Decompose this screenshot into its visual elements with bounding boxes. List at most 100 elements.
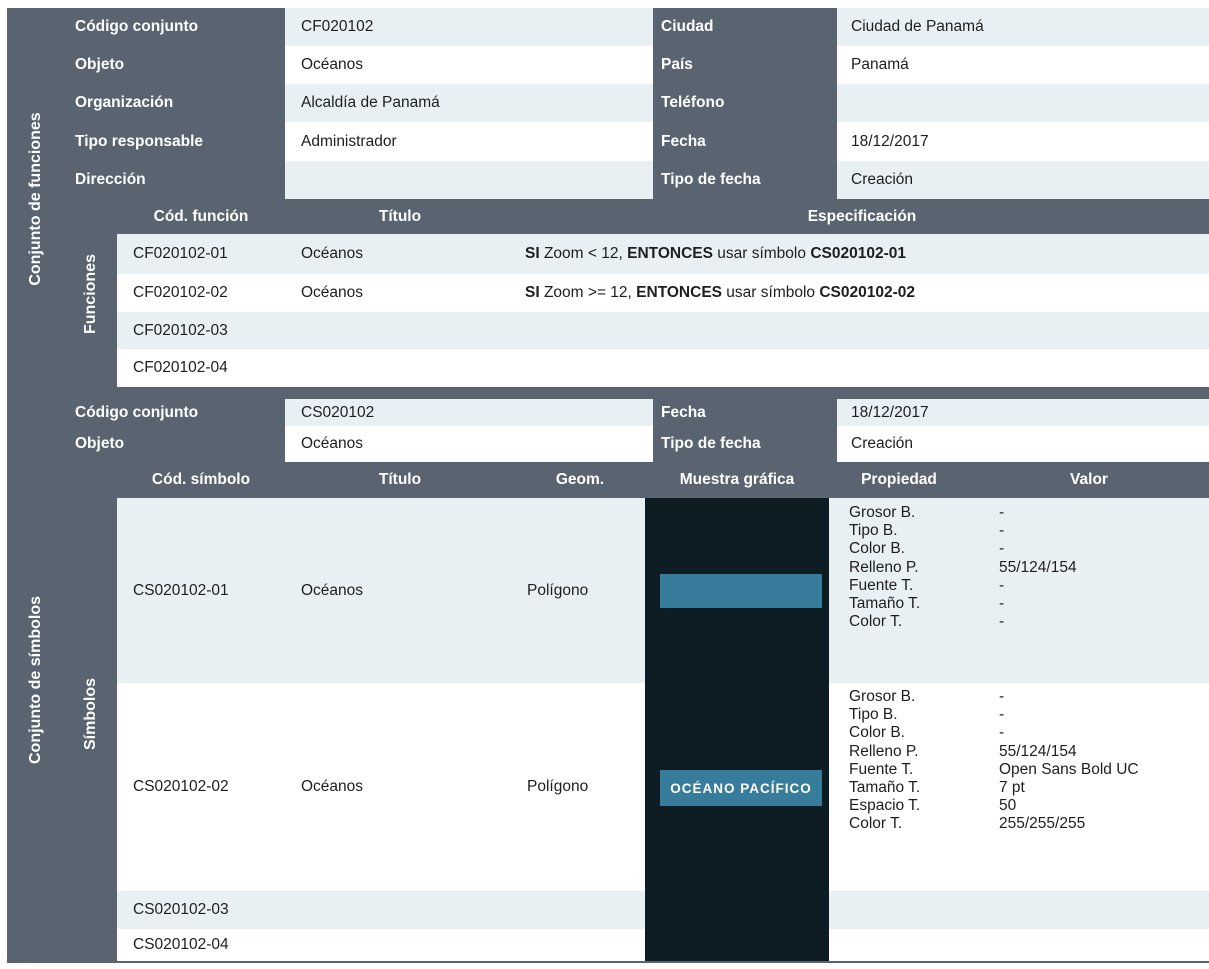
prop-value: - — [999, 522, 1005, 540]
polygon-sample-swatch — [660, 574, 822, 608]
label-sample-swatch: OCÉANO PACÍFICO — [660, 770, 822, 806]
info-label-telefono: Teléfono — [661, 94, 725, 111]
funcion-spec: SI Zoom < 12, ENTONCES usar símbolo CS02… — [515, 234, 1209, 274]
simbolo-code: CS020102-04 — [133, 936, 229, 953]
funciones-sub-label: Funciones — [82, 253, 99, 335]
info-value-pais: Panamá — [837, 46, 1209, 84]
funcion-title: Océanos — [301, 245, 364, 262]
prop-value: - — [999, 540, 1005, 558]
info-label-direccion: Dirección — [75, 171, 146, 188]
simbolo-code: CS020102-02 — [133, 778, 229, 795]
col-header-propiedad: Propiedad — [861, 471, 937, 488]
info-value-telefono — [837, 84, 1209, 122]
funcion-code: CF020102-01 — [133, 245, 228, 262]
simbolo-code: CS020102-03 — [133, 901, 229, 918]
prop-list: Grosor B. Tipo B. Color B. Relleno P. Fu… — [849, 504, 969, 631]
prop-label: Relleno P. — [849, 558, 919, 576]
simbolo-code: CS020102-01 — [133, 581, 229, 599]
section-divider — [65, 387, 1209, 399]
info-value-objeto: Océanos — [285, 426, 653, 462]
prop-label: Tipo B. — [849, 706, 898, 724]
prop-value: 7 pt — [999, 778, 1025, 796]
spec-keyword: SI — [525, 284, 540, 301]
prop-value: Open Sans Bold UC — [999, 760, 1139, 778]
info-value-codigo: CS020102 — [285, 399, 653, 426]
info-value-objeto: Océanos — [285, 46, 653, 84]
col-header-valor: Valor — [1070, 471, 1108, 488]
info-label-objeto: Objeto — [75, 56, 125, 73]
prop-value: 50 — [999, 797, 1017, 815]
prop-value: - — [999, 594, 1005, 612]
spec-text: usar símbolo — [722, 284, 820, 301]
info-label-ciudad: Ciudad — [661, 18, 714, 35]
funcion-code: CF020102-02 — [133, 284, 228, 301]
prop-value: - — [999, 576, 1005, 594]
table-bottom-border — [7, 961, 1209, 963]
funcion-title: Océanos — [301, 284, 364, 301]
prop-value: - — [999, 706, 1005, 724]
prop-label: Grosor B. — [849, 688, 916, 705]
prop-value: - — [999, 613, 1005, 631]
info-label-fecha: Fecha — [661, 132, 706, 150]
info-value-codigo: CF020102 — [285, 8, 653, 46]
prop-label: Color B. — [849, 724, 905, 742]
simbolos-sub-label: Símbolos — [82, 677, 99, 751]
prop-label: Color B. — [849, 540, 905, 558]
prop-value: - — [999, 688, 1005, 705]
prop-label: Tipo B. — [849, 522, 898, 540]
info-value-tipo-fecha: Creación — [837, 161, 1209, 199]
spec-text: Zoom < 12, — [539, 245, 628, 262]
prop-value: 55/124/154 — [999, 558, 1077, 576]
col-header-geom: Geom. — [555, 471, 605, 488]
info-label-objeto: Objeto — [75, 435, 125, 452]
spec-keyword: SI — [525, 245, 540, 262]
simbolos-group-label: Conjunto de símbolos — [27, 596, 44, 764]
spec-symbol-ref: CS020102-02 — [819, 284, 916, 301]
value-list: - - - 55/124/154 Open Sans Bold UC 7 pt … — [999, 688, 1204, 834]
spec-symbol-ref: CS020102-01 — [810, 245, 906, 262]
simbolo-geom: Polígono — [527, 778, 589, 795]
sample-column — [645, 498, 829, 961]
prop-label: Tamaño T. — [849, 594, 921, 612]
info-value-ciudad: Ciudad de Panamá — [837, 8, 1209, 46]
info-value-fecha: 18/12/2017 — [837, 122, 1209, 161]
prop-value: 255/255/255 — [999, 815, 1086, 833]
info-label-fecha: Fecha — [661, 403, 706, 421]
spec-text: usar símbolo — [712, 245, 811, 262]
spec-keyword: ENTONCES — [636, 284, 722, 301]
info-label-tipo-fecha: Tipo de fecha — [661, 171, 761, 188]
col-header-cod-funcion: Cód. función — [153, 207, 249, 225]
prop-list: Grosor B. Tipo B. Color B. Relleno P. Fu… — [849, 688, 969, 834]
simbolo-title: Océanos — [301, 778, 364, 795]
spec-text: Zoom >= 12, — [539, 284, 637, 301]
prop-value: - — [999, 724, 1005, 742]
info-label-tipo-responsable: Tipo responsable — [75, 132, 204, 150]
prop-label: Relleno P. — [849, 742, 919, 760]
prop-value: - — [999, 504, 1005, 521]
funcion-code: CF020102-03 — [133, 321, 228, 339]
prop-label: Color T. — [849, 613, 903, 631]
info-value-tipo-responsable: Administrador — [285, 122, 653, 161]
info-label-codigo: Código conjunto — [75, 403, 199, 421]
col-header-especificacion: Especificación — [807, 207, 917, 225]
prop-label: Fuente T. — [849, 576, 914, 594]
col-header-cod-simbolo: Cód. símbolo — [151, 471, 251, 488]
info-label-pais: País — [661, 56, 693, 73]
col-header-muestra: Muestra gráfica — [679, 471, 795, 488]
col-header-titulo: Título — [378, 471, 422, 488]
spec-keyword: ENTONCES — [627, 245, 713, 262]
info-value-tipo-fecha: Creación — [837, 426, 1209, 462]
prop-label: Espacio T. — [849, 797, 921, 815]
funcion-code: CF020102-04 — [133, 359, 228, 376]
info-label-organizacion: Organización — [75, 94, 174, 111]
info-value-fecha: 18/12/2017 — [837, 399, 1209, 426]
prop-value: 55/124/154 — [999, 742, 1077, 760]
sample-label-text: OCÉANO PACÍFICO — [670, 780, 812, 796]
value-list: - - - 55/124/154 - - - — [999, 504, 1204, 631]
info-label-codigo: Código conjunto — [75, 18, 199, 35]
funciones-group-label: Conjunto de funciones — [27, 112, 44, 286]
info-value-direccion — [285, 161, 653, 199]
prop-label: Grosor B. — [849, 504, 916, 521]
info-value-organizacion: Alcaldía de Panamá — [285, 84, 653, 122]
prop-label: Tamaño T. — [849, 778, 921, 796]
